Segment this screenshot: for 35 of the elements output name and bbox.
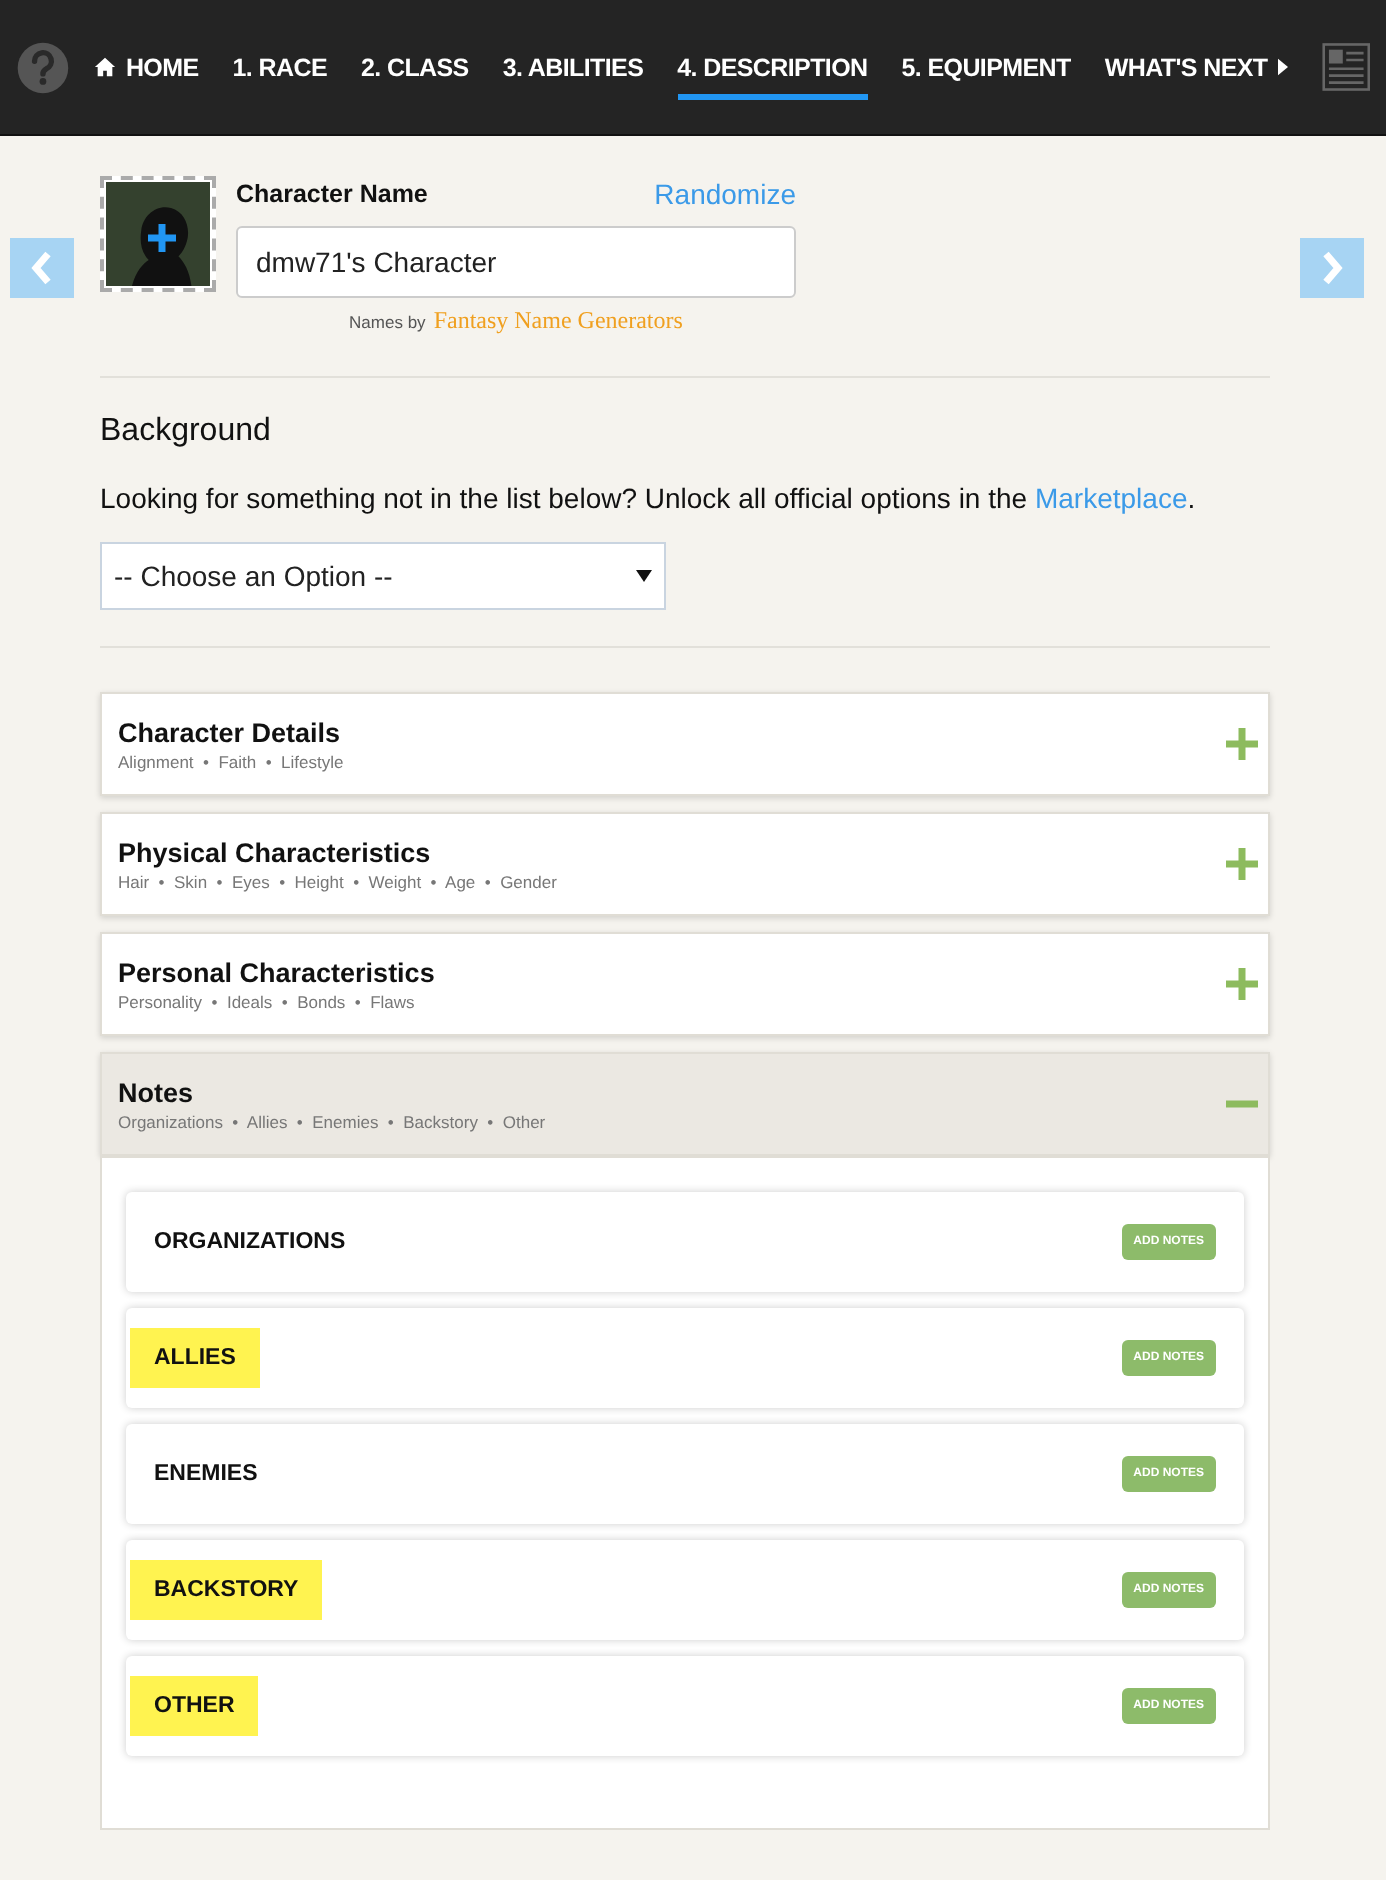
next-arrow-button[interactable] xyxy=(1300,238,1364,298)
background-select[interactable]: -- Choose an Option -- xyxy=(100,542,666,610)
nav-tab[interactable]: 1. RACE xyxy=(232,41,327,99)
section-header[interactable]: Physical Characteristics Hair • Skin • Eyes • Height • Weight • Age • Gender xyxy=(100,812,1270,916)
section-header[interactable]: Personal Characteristics Personality • Ideals • Bonds • Flaws xyxy=(100,932,1270,1036)
caret-icon xyxy=(636,568,652,584)
home-icon xyxy=(93,56,116,78)
character-name-field[interactable]: dmw71's Character xyxy=(236,226,796,298)
nav-tab[interactable]: 3. ABILITIES xyxy=(502,41,644,99)
help-icon[interactable] xyxy=(16,37,70,97)
expand-icon[interactable] xyxy=(1226,728,1258,760)
section-header[interactable]: Character Details Alignment • Faith • Lifestyle xyxy=(100,692,1270,796)
section-header[interactable]: Notes Organizations • Allies • Enemies • Backstory • Other xyxy=(100,1052,1270,1156)
caret-icon xyxy=(1277,58,1288,76)
credit-text: Names by xyxy=(349,312,426,332)
nav-tab[interactable]: 2. CLASS xyxy=(360,41,469,99)
nav-tab[interactable]: WHAT'S NEXT xyxy=(1104,41,1288,99)
note-label: BACKSTORY xyxy=(130,1560,323,1620)
note-label: OTHER xyxy=(130,1676,259,1736)
portrait-placeholder[interactable] xyxy=(100,176,216,292)
previous-arrow-button[interactable] xyxy=(10,238,74,298)
character-name-label: Character Name xyxy=(236,180,428,208)
nav-tab[interactable]: HOME xyxy=(93,41,199,99)
note-label: ALLIES xyxy=(130,1328,260,1388)
silhouette-drawing xyxy=(106,182,210,286)
nav-tab[interactable]: 4. DESCRIPTION xyxy=(677,41,868,99)
note-label: ORGANIZATIONS xyxy=(152,1228,348,1258)
background-heading: Background xyxy=(100,414,273,450)
note-label: ENEMIES xyxy=(152,1460,260,1490)
character-sheet-icon[interactable] xyxy=(1321,40,1370,94)
expand-icon[interactable] xyxy=(1226,968,1258,1000)
background-description: Looking for something not in the list below? Unlock all official options in the Marketplace. xyxy=(100,482,1198,514)
nav-tab[interactable]: 5. EQUIPMENT xyxy=(901,41,1071,99)
plus-icon xyxy=(148,224,176,252)
expand-icon[interactable] xyxy=(1226,848,1258,880)
